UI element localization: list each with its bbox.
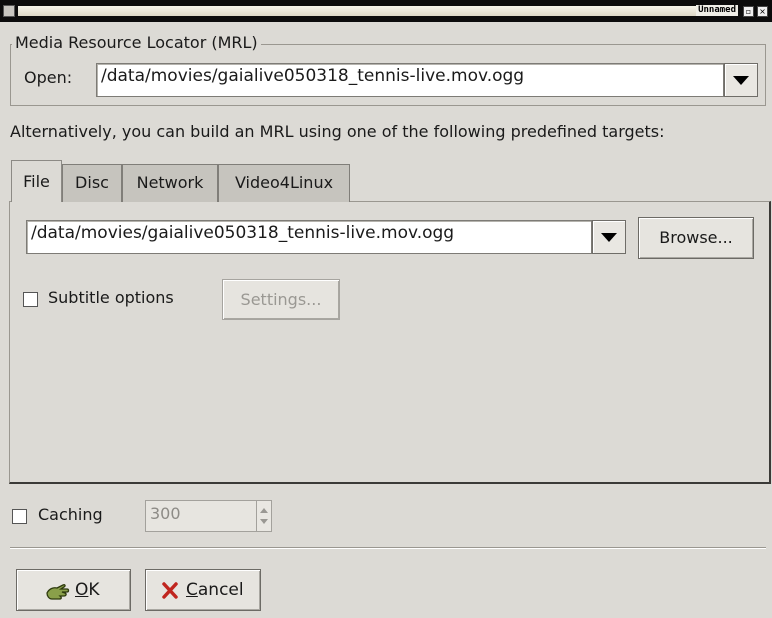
- subtitle-options-label: Subtitle options: [48, 288, 174, 307]
- cancel-button[interactable]: Cancel: [145, 569, 261, 611]
- caching-checkbox[interactable]: [12, 509, 27, 524]
- hand-ok-icon: [46, 584, 70, 600]
- minimize-icon[interactable]: ▫: [743, 6, 754, 17]
- open-label: Open:: [24, 68, 73, 87]
- dialog-separator: [10, 547, 766, 549]
- file-path-dropdown-button[interactable]: [592, 220, 626, 254]
- caching-spin-arrows[interactable]: [256, 501, 271, 531]
- spin-down-icon[interactable]: [260, 519, 268, 524]
- window-menu-icon[interactable]: [3, 5, 15, 17]
- tab-network[interactable]: Network: [122, 164, 218, 202]
- caching-spinbox[interactable]: 300: [145, 500, 272, 532]
- spin-up-icon[interactable]: [260, 508, 268, 513]
- cancel-label: Cancel: [186, 580, 244, 600]
- ok-label: OK: [75, 580, 100, 600]
- browse-button[interactable]: Browse...: [638, 217, 754, 259]
- titlebar-decoration: [18, 6, 698, 16]
- caching-label: Caching: [38, 505, 103, 524]
- file-path-value: /data/movies/gaialive050318_tennis-live.…: [31, 223, 455, 243]
- ok-button[interactable]: OK: [16, 569, 131, 611]
- window-title: Unnamed: [696, 5, 738, 16]
- close-icon[interactable]: ×: [757, 6, 768, 17]
- alternative-targets-text: Alternatively, you can build an MRL usin…: [10, 122, 665, 141]
- red-x-icon: [162, 582, 178, 599]
- open-mrl-value: /data/movies/gaialive050318_tennis-live.…: [101, 66, 525, 86]
- triangle-down-icon: [601, 233, 617, 242]
- mrl-group-title: Media Resource Locator (MRL): [12, 33, 261, 52]
- open-mrl-input[interactable]: /data/movies/gaialive050318_tennis-live.…: [96, 63, 724, 97]
- subtitle-options-checkbox[interactable]: [23, 292, 38, 307]
- tab-disc[interactable]: Disc: [62, 164, 122, 202]
- subtitle-settings-button[interactable]: Settings...: [222, 279, 340, 320]
- open-mrl-dropdown-button[interactable]: [724, 63, 758, 97]
- tab-video4linux[interactable]: Video4Linux: [218, 164, 350, 202]
- triangle-down-icon: [733, 76, 749, 85]
- file-path-input[interactable]: /data/movies/gaialive050318_tennis-live.…: [26, 220, 592, 254]
- caching-value: 300: [150, 504, 181, 523]
- tab-file[interactable]: File: [11, 160, 62, 202]
